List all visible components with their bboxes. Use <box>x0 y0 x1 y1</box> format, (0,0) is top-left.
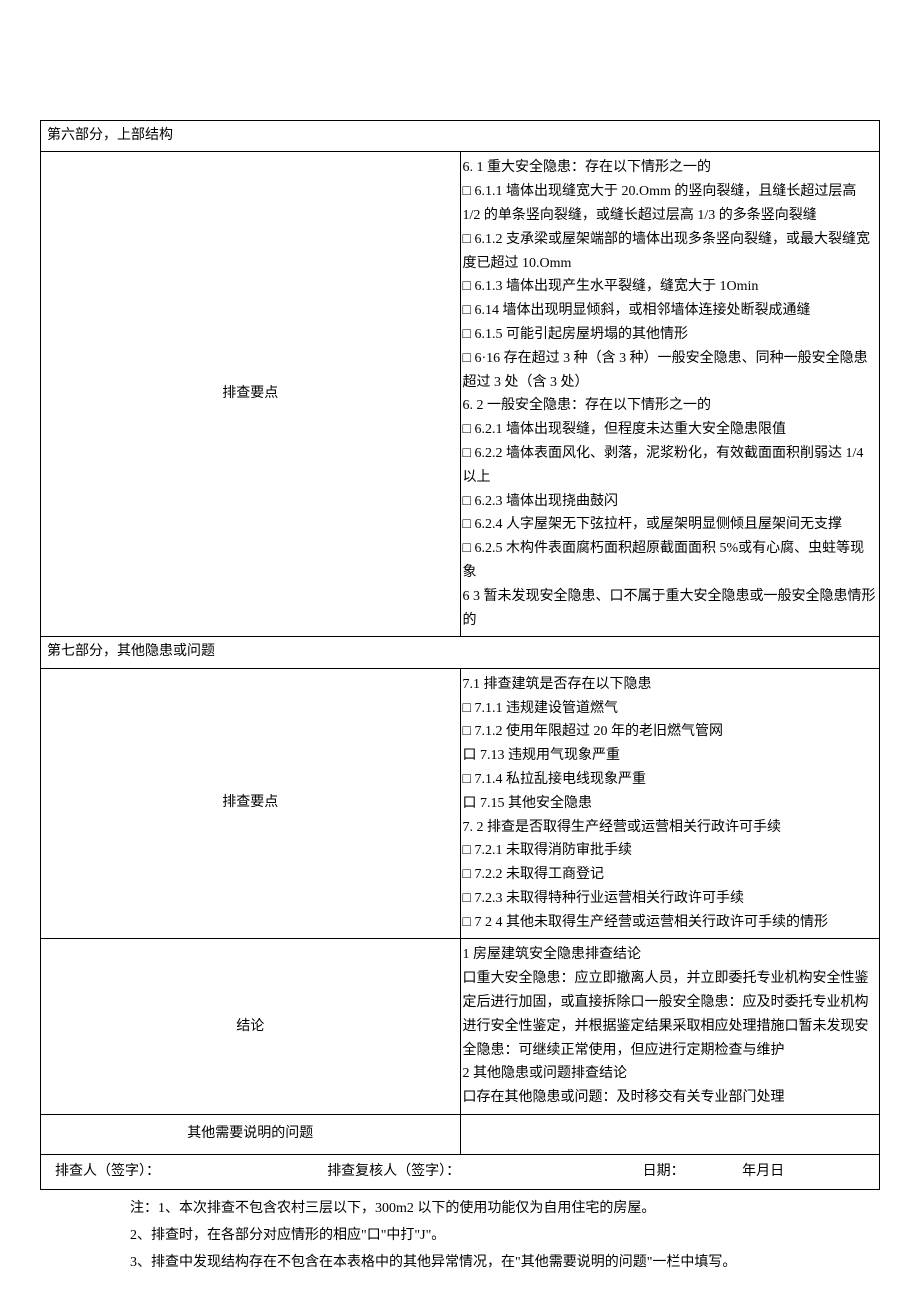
section7-label: 排查要点 <box>41 668 461 939</box>
inspector-signature: 排查人（签字）： <box>45 1161 327 1183</box>
date-label: 日期： <box>643 1161 743 1183</box>
s7-line: 7.1 排查建筑是否存在以下隐患 <box>463 673 878 697</box>
s6-line: □ 6.2.5 木构件表面腐朽面积超原截面面积 5%或有心腐、虫蛀等现象 <box>463 537 878 585</box>
conc-line: 口重大安全隐患：应立即撤离人员，并立即委托专业机构安全性鉴定后进行加固，或直接拆… <box>463 967 878 1062</box>
s6-line: □ 6.1.1 墙体出现缝宽大于 20.Omm 的竖向裂缝，且缝长超过层高 1/… <box>463 180 878 228</box>
footnote-2: 2、排查时，在各部分对应情形的相应"口"中打"J"。 <box>130 1223 880 1250</box>
s6-line: □ 6·16 存在超过 3 种（含 3 种）一般安全隐患、同种一般安全隐患超过 … <box>463 347 878 395</box>
signature-row: 排查人（签字）： 排查复核人（签字）： 日期： 年月日 <box>41 1155 880 1190</box>
section7-header-row: 第七部分，其他隐患或问题 <box>41 637 880 668</box>
s6-line: 6 3 暂未发现安全隐患、口不属于重大安全隐患或一般安全隐患情形的 <box>463 585 878 633</box>
other-notes-label: 其他需要说明的问题 <box>41 1115 461 1155</box>
section6-label: 排查要点 <box>41 152 461 637</box>
conc-line: 口存在其他隐患或问题：及时移交有关专业部门处理 <box>463 1086 878 1110</box>
s7-line: □ 7.2.3 未取得特种行业运营相关行政许可手续 <box>463 887 878 911</box>
s6-line: □ 6.2.2 墙体表面风化、剥落，泥浆粉化，有效截面面积削弱达 1/4 以上 <box>463 442 878 490</box>
s6-line: □ 6.2.4 人字屋架无下弦拉杆，或屋架明显侧倾且屋架间无支撑 <box>463 513 878 537</box>
footnote-3: 3、排查中发现结构存在不包含在本表格中的其他异常情况，在"其他需要说明的问题"一… <box>130 1250 880 1277</box>
s7-line: □ 7.1.4 私拉乱接电线现象严重 <box>463 768 878 792</box>
s7-line: □ 7.2.1 未取得消防审批手续 <box>463 839 878 863</box>
reviewer-signature: 排查复核人（签字）： <box>327 1161 642 1183</box>
s7-line: □ 7.2.2 未取得工商登记 <box>463 863 878 887</box>
s6-line: □ 6.1.2 支承梁或屋架端部的墙体出现多条竖向裂缝，或最大裂缝宽度已超过 1… <box>463 228 878 276</box>
footnotes: 注：1、本次排查不包含农村三层以下，300m2 以下的使用功能仅为自用住宅的房屋… <box>40 1190 880 1276</box>
other-notes-content <box>460 1115 880 1155</box>
section7-header: 第七部分，其他隐患或问题 <box>41 637 880 668</box>
signature-cell: 排查人（签字）： 排查复核人（签字）： 日期： 年月日 <box>41 1155 880 1190</box>
date-value: 年月日 <box>742 1161 784 1183</box>
s7-line: □ 7 2 4 其他未取得生产经营或运营相关行政许可手续的情形 <box>463 911 878 935</box>
conclusion-content: 1 房屋建筑安全隐患排查结论 口重大安全隐患：应立即撤离人员，并立即委托专业机构… <box>460 939 880 1115</box>
s6-line: □ 6.2.3 墙体出现挠曲鼓闪 <box>463 490 878 514</box>
s6-line: □ 6.2.1 墙体出现裂缝，但程度未达重大安全隐患限值 <box>463 418 878 442</box>
conc-line: 1 房屋建筑安全隐患排查结论 <box>463 943 878 967</box>
conc-line: 2 其他隐患或问题排查结论 <box>463 1062 878 1086</box>
section7-content-row: 排查要点 7.1 排查建筑是否存在以下隐患 □ 7.1.1 违规建设管道燃气 □… <box>41 668 880 939</box>
footnote-1: 注：1、本次排查不包含农村三层以下，300m2 以下的使用功能仅为自用住宅的房屋… <box>130 1196 880 1223</box>
section6-content-row: 排查要点 6. 1 重大安全隐患：存在以下情形之一的 □ 6.1.1 墙体出现缝… <box>41 152 880 637</box>
s6-line: 6. 2 一般安全隐患：存在以下情形之一的 <box>463 394 878 418</box>
s7-line: □ 7.1.1 违规建设管道燃气 <box>463 697 878 721</box>
conclusion-row: 结论 1 房屋建筑安全隐患排查结论 口重大安全隐患：应立即撤离人员，并立即委托专… <box>41 939 880 1115</box>
other-notes-row: 其他需要说明的问题 <box>41 1115 880 1155</box>
s6-line: □ 6.1.3 墙体出现产生水平裂缝，缝宽大于 1Omin <box>463 275 878 299</box>
section6-header-row: 第六部分，上部结构 <box>41 121 880 152</box>
s6-line: □ 6.1.5 可能引起房屋坍塌的其他情形 <box>463 323 878 347</box>
inspection-form-table: 第六部分，上部结构 排查要点 6. 1 重大安全隐患：存在以下情形之一的 □ 6… <box>40 120 880 1190</box>
conclusion-label: 结论 <box>41 939 461 1115</box>
s7-line: 口 7.15 其他安全隐患 <box>463 792 878 816</box>
s7-line: 口 7.13 违规用气现象严重 <box>463 744 878 768</box>
section6-header: 第六部分，上部结构 <box>41 121 880 152</box>
s6-line: 6. 1 重大安全隐患：存在以下情形之一的 <box>463 156 878 180</box>
section6-content: 6. 1 重大安全隐患：存在以下情形之一的 □ 6.1.1 墙体出现缝宽大于 2… <box>460 152 880 637</box>
s7-line: □ 7.1.2 使用年限超过 20 年的老旧燃气管网 <box>463 720 878 744</box>
s7-line: 7. 2 排查是否取得生产经营或运营相关行政许可手续 <box>463 816 878 840</box>
section7-content: 7.1 排查建筑是否存在以下隐患 □ 7.1.1 违规建设管道燃气 □ 7.1.… <box>460 668 880 939</box>
s6-line: □ 6.14 墙体出现明显倾斜，或相邻墙体连接处断裂成通缝 <box>463 299 878 323</box>
